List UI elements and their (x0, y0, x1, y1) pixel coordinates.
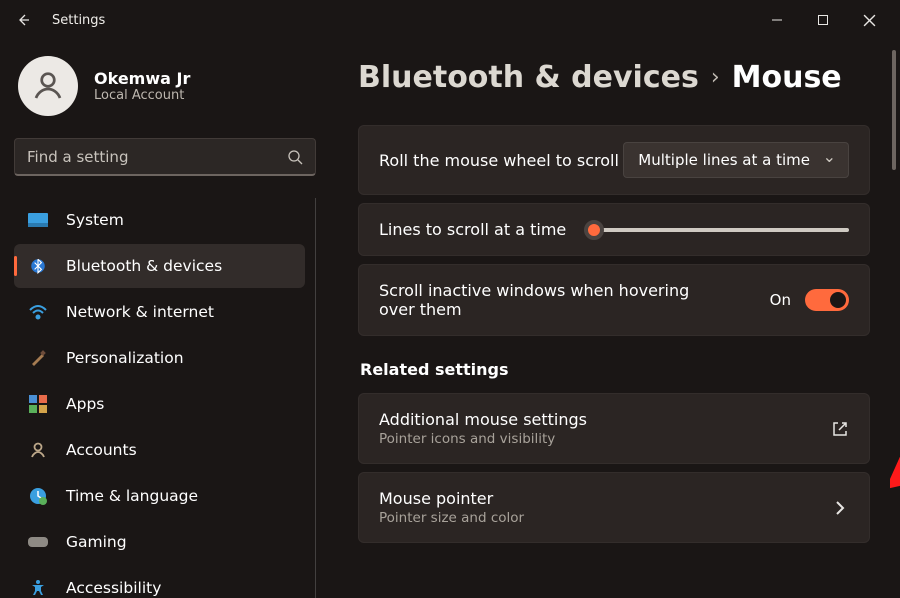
nav-list: System Bluetooth & devices Network & int… (14, 198, 316, 598)
sidebar-item-accounts[interactable]: Accounts (14, 428, 305, 472)
content-area: Bluetooth & devices › Mouse Roll the mou… (330, 40, 900, 598)
search-placeholder: Find a setting (27, 148, 287, 166)
avatar (18, 56, 78, 116)
slider-thumb[interactable] (584, 220, 604, 240)
sidebar-item-label: Gaming (66, 533, 127, 551)
sidebar-item-accessibility[interactable]: Accessibility (14, 566, 305, 598)
app-title: Settings (52, 13, 105, 28)
setting-inactive-windows: Scroll inactive windows when hovering ov… (358, 264, 870, 336)
sidebar-item-apps[interactable]: Apps (14, 382, 305, 426)
external-link-icon (831, 420, 849, 438)
sidebar-item-system[interactable]: System (14, 198, 305, 242)
sidebar-item-label: Bluetooth & devices (66, 257, 222, 275)
user-name: Okemwa Jr (94, 69, 190, 88)
search-icon (287, 149, 303, 165)
setting-label: Scroll inactive windows when hovering ov… (379, 281, 699, 319)
setting-label: Roll the mouse wheel to scroll (379, 151, 619, 170)
sidebar-item-personalization[interactable]: Personalization (14, 336, 305, 380)
setting-wheel-scroll: Roll the mouse wheel to scroll Multiple … (358, 125, 870, 195)
wifi-icon (28, 302, 48, 322)
brush-icon (28, 348, 48, 368)
back-button[interactable] (8, 5, 38, 35)
titlebar: Settings (0, 0, 900, 40)
sidebar-item-label: Personalization (66, 349, 184, 367)
chevron-right-icon (831, 499, 849, 517)
sidebar-item-bluetooth-devices[interactable]: Bluetooth & devices (14, 244, 305, 288)
bluetooth-icon (28, 256, 48, 276)
lines-slider[interactable] (586, 228, 849, 232)
minimize-button[interactable] (754, 4, 800, 36)
sidebar-item-network[interactable]: Network & internet (14, 290, 305, 334)
chevron-right-icon: › (711, 65, 720, 90)
maximize-icon (817, 14, 829, 26)
search-input[interactable]: Find a setting (14, 138, 316, 176)
sidebar-item-gaming[interactable]: Gaming (14, 520, 305, 564)
related-item-sub: Pointer size and color (379, 510, 524, 526)
sidebar-item-label: Accounts (66, 441, 137, 459)
sidebar-item-label: Apps (66, 395, 104, 413)
sidebar: Okemwa Jr Local Account Find a setting S… (0, 40, 330, 598)
sidebar-item-label: Accessibility (66, 579, 161, 597)
close-button[interactable] (846, 4, 892, 36)
maximize-button[interactable] (800, 4, 846, 36)
user-subtitle: Local Account (94, 88, 190, 103)
accessibility-icon (28, 578, 48, 598)
sidebar-item-label: Network & internet (66, 303, 214, 321)
related-settings-heading: Related settings (360, 360, 870, 379)
setting-label: Lines to scroll at a time (379, 220, 566, 239)
user-block[interactable]: Okemwa Jr Local Account (14, 56, 316, 116)
sidebar-item-label: System (66, 211, 124, 229)
content-scrollbar[interactable] (892, 40, 896, 598)
breadcrumb-parent[interactable]: Bluetooth & devices (358, 60, 699, 95)
breadcrumb-current: Mouse (732, 60, 842, 95)
breadcrumb: Bluetooth & devices › Mouse (358, 60, 870, 95)
related-additional-mouse-settings[interactable]: Additional mouse settings Pointer icons … (358, 393, 870, 464)
related-item-label: Additional mouse settings (379, 410, 587, 429)
toggle-state-label: On (770, 291, 791, 309)
setting-lines-scroll: Lines to scroll at a time (358, 203, 870, 256)
close-icon (863, 14, 876, 27)
minimize-icon (771, 14, 783, 26)
back-arrow-icon (15, 12, 31, 28)
related-item-sub: Pointer icons and visibility (379, 431, 587, 447)
scrollbar-thumb[interactable] (892, 50, 896, 170)
person-icon (28, 440, 48, 460)
window-controls (754, 4, 892, 36)
sidebar-item-label: Time & language (66, 487, 198, 505)
user-icon (30, 68, 66, 104)
slider-track (586, 228, 849, 232)
sidebar-item-time-language[interactable]: Time & language (14, 474, 305, 518)
clock-icon (28, 486, 48, 506)
related-item-label: Mouse pointer (379, 489, 524, 508)
gamepad-icon (28, 532, 48, 552)
monitor-icon (28, 210, 48, 230)
dropdown-value: Multiple lines at a time (638, 151, 810, 169)
wheel-scroll-dropdown[interactable]: Multiple lines at a time (623, 142, 849, 178)
grid-icon (28, 394, 48, 414)
inactive-windows-toggle[interactable] (805, 289, 849, 311)
related-mouse-pointer[interactable]: Mouse pointer Pointer size and color (358, 472, 870, 543)
